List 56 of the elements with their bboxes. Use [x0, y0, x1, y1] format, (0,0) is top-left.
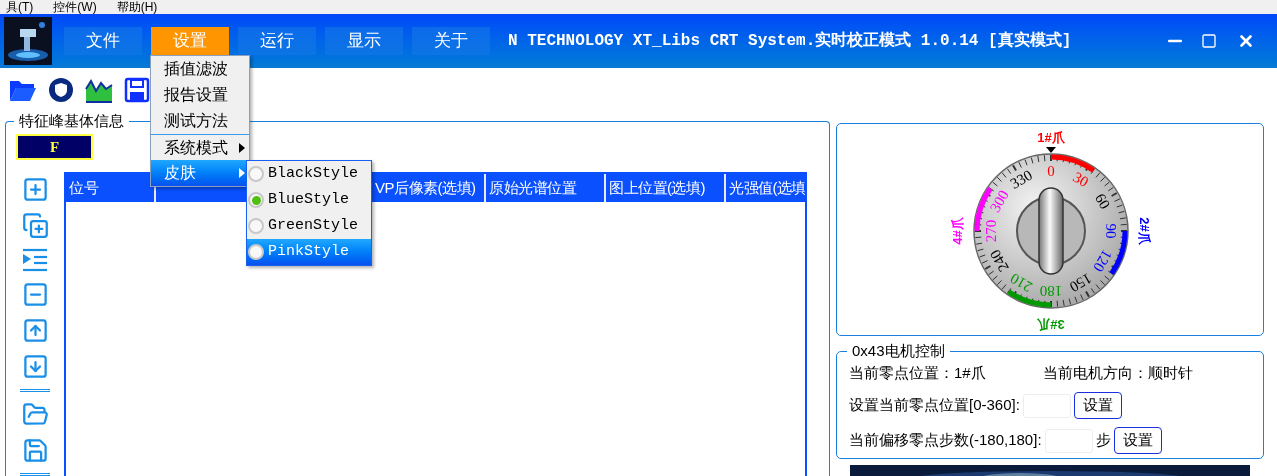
dial-scale-label: 0 — [1047, 163, 1055, 180]
save-icon[interactable] — [21, 437, 49, 464]
direction-text: 当前电机方向：顺时针 — [1043, 363, 1193, 383]
open-folder-icon[interactable] — [21, 401, 49, 428]
dial-scale-label: 60 — [1091, 190, 1114, 212]
menu-item[interactable]: GreenStyle — [247, 213, 371, 239]
radio-button[interactable] — [248, 192, 264, 208]
radio-button[interactable] — [248, 166, 264, 182]
menu-item[interactable]: 测试方法 — [151, 108, 249, 134]
shield-icon[interactable] — [48, 77, 74, 103]
radio-button[interactable] — [248, 218, 264, 234]
claw-label: 4#爪 — [950, 217, 966, 245]
window-title: N TECHNOLOGY XT_Libs CRT System.实时校正模式 1.0.14 [真实模式] — [508, 30, 1072, 52]
menu-item[interactable]: 控件(W) — [49, 0, 101, 14]
dial-scale-label: 90 — [1102, 223, 1119, 239]
menu-item[interactable]: 报告设置 — [151, 82, 249, 108]
save-icon[interactable] — [124, 77, 150, 103]
menu-item[interactable]: 皮肤 — [151, 160, 249, 186]
set-button[interactable]: 设置 — [1073, 392, 1122, 419]
move-down-icon[interactable] — [21, 353, 49, 380]
offset-steps-label: 当前偏移零点步数(-180,180]: — [849, 430, 1042, 451]
menu-item[interactable]: 帮助(H) — [112, 0, 162, 14]
status-badge: F — [16, 134, 93, 160]
copy-add-icon[interactable] — [21, 212, 49, 239]
nav-tab[interactable]: 运行 — [238, 27, 316, 55]
dial-scale-label: 180 — [1039, 282, 1063, 299]
column-header[interactable]: 原始光谱位置 — [486, 174, 606, 202]
claw-label: 1#爪 — [1037, 130, 1065, 146]
claw-label: 3#爪 — [1037, 316, 1065, 332]
indent-list-icon[interactable] — [22, 248, 48, 272]
group-title: 0x43电机控制 — [847, 341, 950, 361]
column-header[interactable]: 光强值(选填 — [726, 174, 805, 202]
move-up-icon[interactable] — [21, 317, 49, 344]
maximize-icon[interactable] — [1201, 33, 1217, 49]
add-icon[interactable] — [21, 176, 49, 203]
dial-scale-label: 30 — [1070, 168, 1092, 191]
dial-scale-label: 270 — [983, 219, 1000, 243]
column-header[interactable]: 图上位置(选填) — [606, 174, 726, 202]
claw-label: 2#爪 — [1136, 217, 1152, 245]
close-icon[interactable] — [1237, 32, 1255, 50]
group-title: 特征峰基体信息 — [14, 111, 129, 131]
menu-item[interactable]: PinkStyle — [247, 239, 371, 265]
nav-tab[interactable]: 文件 — [64, 27, 142, 55]
nav-tab[interactable]: 显示 — [325, 27, 403, 55]
menu-item[interactable]: 插值滤波 — [151, 56, 249, 82]
menu-item[interactable]: BlackStyle — [247, 161, 371, 187]
area-chart-icon[interactable] — [85, 77, 113, 103]
zero-position-label: 设置当前零点位置[0-360]: — [849, 395, 1020, 416]
nav-tab[interactable]: 关于 — [412, 27, 490, 55]
unit-text: 步 — [1095, 430, 1111, 451]
menu-item[interactable]: BlueStyle — [247, 187, 371, 213]
menu-item[interactable]: 具(T) — [2, 0, 38, 14]
zero-position-text: 当前零点位置：1#爪 — [849, 363, 987, 383]
set-button[interactable]: 设置 — [1113, 427, 1162, 454]
remove-icon[interactable] — [21, 281, 49, 308]
radio-button[interactable] — [248, 244, 264, 260]
